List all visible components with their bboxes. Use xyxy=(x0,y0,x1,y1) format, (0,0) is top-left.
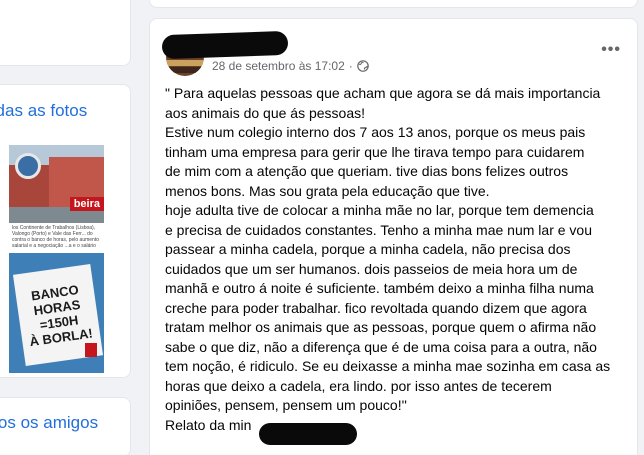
post-meta: 28 de setembro às 17:02 · xyxy=(212,59,369,73)
more-options-icon[interactable]: ••• xyxy=(601,41,621,59)
meta-separator: · xyxy=(348,59,353,73)
post-line: tinham uma empresa para gerir que lhe ti… xyxy=(165,143,585,160)
photos-card: r todas as fotos beira los Continente de… xyxy=(0,84,131,378)
post-line: Estive num colegio interno dos 7 aos 13 … xyxy=(165,124,586,140)
previous-post-edge xyxy=(149,0,638,8)
post-line: manhã e outro á noite é suficiente. tamb… xyxy=(165,280,594,296)
post-line: tem noção, é ridiculo. Se eu deixasse a … xyxy=(165,358,611,374)
post-line: Relato da min xyxy=(165,416,252,433)
post-line: opiniões, pensem, pensem um pouco!'' xyxy=(165,397,407,413)
post-line: e precisa de cuidados constantes. Tenho … xyxy=(165,221,592,238)
post-line: hoje adulta tive de colocar a minha mãe … xyxy=(165,202,594,218)
photo-banner: beira xyxy=(69,197,104,211)
post-line: passear a minha cadela, porque a minha c… xyxy=(165,241,571,257)
post-card: 28 de setembro às 17:02 · ••• " Para aqu… xyxy=(149,18,638,455)
photo-thumbnail-protest[interactable]: BANCO HORAS =150H À BORLA! xyxy=(9,253,104,373)
post-timestamp[interactable]: 28 de setembro às 17:02 xyxy=(212,59,345,73)
post-line: creche para poder trabalhar. fico revolt… xyxy=(165,299,587,316)
protest-logo xyxy=(85,343,97,357)
post-line: tratam melhor os animais que as pessoas,… xyxy=(165,319,597,335)
redacted-text xyxy=(259,423,357,445)
post-line: sabe o que diz, não a diferença que é de… xyxy=(165,338,597,355)
post-line: " Para aquelas pessoas que acham que ago… xyxy=(165,85,601,101)
post-text: " Para aquelas pessoas que acham que ago… xyxy=(165,84,633,435)
photo-thumbnail-store[interactable]: beira los Continente de Trabalhos (Lisbo… xyxy=(9,145,104,251)
post-line: de mim com a atenção que queriam. tive d… xyxy=(165,163,569,179)
store-logo xyxy=(15,153,41,179)
post-line: aos animais do que ás pessoas! xyxy=(165,104,366,121)
see-all-photos-link[interactable]: r todas as fotos xyxy=(0,101,150,121)
globe-icon xyxy=(356,60,369,72)
redacted-author-name xyxy=(161,30,289,60)
sidebar-card-top xyxy=(0,0,131,66)
photo-caption: los Continente de Trabalhos (Lisboa), Va… xyxy=(9,223,104,251)
post-line: horas que deixo a cadela, era lindo. por… xyxy=(165,377,552,394)
post-line: cuidados que um ser humanos. dois passei… xyxy=(165,260,578,277)
see-all-friends-link[interactable]: odos os amigos xyxy=(0,413,150,433)
post-line: menos bons. Mas sou grata pela educação … xyxy=(165,182,490,199)
friends-card: odos os amigos xyxy=(0,397,131,455)
